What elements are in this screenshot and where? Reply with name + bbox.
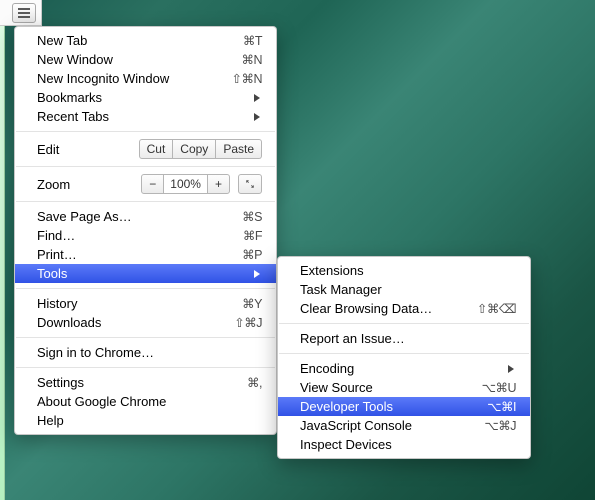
shortcut: ⌘S [242, 209, 262, 224]
chrome-menu-button[interactable] [12, 3, 36, 23]
menu-label: Sign in to Chrome… [37, 345, 262, 360]
submenu-arrow-icon [254, 113, 260, 121]
menu-label: View Source [300, 380, 482, 395]
menu-label: Inspect Devices [300, 437, 516, 452]
menu-label: Developer Tools [300, 399, 487, 414]
menu-label: JavaScript Console [300, 418, 484, 433]
separator [16, 131, 275, 132]
zoom-button-group: − 100% + [141, 174, 230, 194]
shortcut: ⌘Y [242, 296, 262, 311]
separator [16, 367, 275, 368]
fullscreen-button[interactable] [238, 174, 262, 194]
menu-label: New Tab [37, 33, 243, 48]
submenu-arrow-icon [508, 365, 514, 373]
copy-button[interactable]: Copy [173, 139, 216, 159]
menu-label: Tools [37, 266, 254, 281]
hamburger-icon [18, 12, 30, 14]
menu-item-new-incognito[interactable]: New Incognito Window ⇧⌘N [15, 69, 276, 88]
submenu-item-encoding[interactable]: Encoding [278, 359, 530, 378]
menu-label: Print… [37, 247, 242, 262]
submenu-item-javascript-console[interactable]: JavaScript Console ⌥⌘J [278, 416, 530, 435]
menu-label: Recent Tabs [37, 109, 254, 124]
submenu-item-task-manager[interactable]: Task Manager [278, 280, 530, 299]
menu-item-print[interactable]: Print… ⌘P [15, 245, 276, 264]
submenu-arrow-icon [254, 270, 260, 278]
menu-label: Downloads [37, 315, 234, 330]
menu-label: Report an Issue… [300, 331, 516, 346]
menu-label: Task Manager [300, 282, 516, 297]
shortcut: ⌘T [243, 33, 262, 48]
shortcut: ⌘F [243, 228, 262, 243]
shortcut: ⌘N [241, 52, 262, 67]
separator [16, 288, 275, 289]
separator [279, 323, 529, 324]
submenu-item-view-source[interactable]: View Source ⌥⌘U [278, 378, 530, 397]
submenu-item-extensions[interactable]: Extensions [278, 261, 530, 280]
shortcut: ⌥⌘I [487, 399, 516, 414]
submenu-item-report-issue[interactable]: Report an Issue… [278, 329, 530, 348]
chrome-main-menu: New Tab ⌘T New Window ⌘N New Incognito W… [14, 26, 277, 435]
separator [16, 337, 275, 338]
menu-label: About Google Chrome [37, 394, 262, 409]
separator [279, 353, 529, 354]
shortcut: ⌘, [247, 375, 262, 390]
menu-item-history[interactable]: History ⌘Y [15, 294, 276, 313]
shortcut: ⌥⌘J [484, 418, 516, 433]
menu-item-find[interactable]: Find… ⌘F [15, 226, 276, 245]
submenu-item-developer-tools[interactable]: Developer Tools ⌥⌘I [278, 397, 530, 416]
zoom-out-button[interactable]: − [141, 174, 164, 194]
page-sliver [0, 26, 5, 500]
menu-item-recent-tabs[interactable]: Recent Tabs [15, 107, 276, 126]
fullscreen-icon [246, 178, 254, 190]
menu-item-bookmarks[interactable]: Bookmarks [15, 88, 276, 107]
menu-label: Save Page As… [37, 209, 242, 224]
menu-label: Extensions [300, 263, 516, 278]
menu-label: Zoom [37, 177, 141, 192]
menu-label: Edit [37, 142, 139, 157]
menu-item-edit: Edit Cut Copy Paste [15, 137, 276, 161]
shortcut: ⌥⌘U [482, 380, 516, 395]
menu-item-new-window[interactable]: New Window ⌘N [15, 50, 276, 69]
shortcut: ⇧⌘⌫ [477, 301, 516, 316]
menu-label: Bookmarks [37, 90, 254, 105]
menu-label: New Window [37, 52, 241, 67]
menu-item-tools[interactable]: Tools [15, 264, 276, 283]
menu-item-sign-in[interactable]: Sign in to Chrome… [15, 343, 276, 362]
zoom-in-button[interactable]: + [207, 174, 230, 194]
edit-button-group: Cut Copy Paste [139, 139, 262, 159]
separator [16, 166, 275, 167]
menu-label: History [37, 296, 242, 311]
menu-label: Find… [37, 228, 243, 243]
submenu-item-inspect-devices[interactable]: Inspect Devices [278, 435, 530, 454]
menu-label: Encoding [300, 361, 508, 376]
shortcut: ⇧⌘J [234, 315, 262, 330]
submenu-item-clear-browsing-data[interactable]: Clear Browsing Data… ⇧⌘⌫ [278, 299, 530, 318]
menu-label: Clear Browsing Data… [300, 301, 477, 316]
menu-item-about[interactable]: About Google Chrome [15, 392, 276, 411]
menu-item-save-page[interactable]: Save Page As… ⌘S [15, 207, 276, 226]
menu-item-downloads[interactable]: Downloads ⇧⌘J [15, 313, 276, 332]
zoom-value: 100% [164, 174, 207, 194]
menu-item-settings[interactable]: Settings ⌘, [15, 373, 276, 392]
menu-label: New Incognito Window [37, 71, 231, 86]
menu-label: Settings [37, 375, 247, 390]
menu-item-new-tab[interactable]: New Tab ⌘T [15, 31, 276, 50]
shortcut: ⇧⌘N [231, 71, 262, 86]
tools-submenu: Extensions Task Manager Clear Browsing D… [277, 256, 531, 459]
menu-item-help[interactable]: Help [15, 411, 276, 430]
separator [16, 201, 275, 202]
submenu-arrow-icon [254, 94, 260, 102]
paste-button[interactable]: Paste [216, 139, 262, 159]
cut-button[interactable]: Cut [139, 139, 174, 159]
menu-label: Help [37, 413, 262, 428]
menu-item-zoom: Zoom − 100% + [15, 172, 276, 196]
shortcut: ⌘P [242, 247, 262, 262]
